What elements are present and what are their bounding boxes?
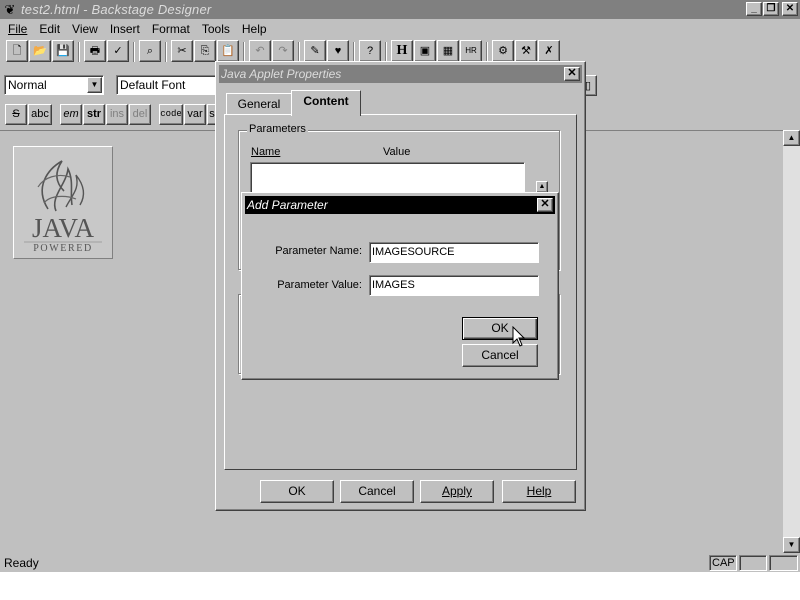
- java-powered-logo[interactable]: JAVA POWERED: [13, 146, 113, 259]
- em-button[interactable]: em: [60, 104, 82, 125]
- java-logo-tagline: POWERED: [33, 243, 93, 254]
- var-button[interactable]: var: [184, 104, 206, 125]
- menu-bar: File Edit View Insert Format Tools Help: [0, 19, 800, 38]
- name-column-header[interactable]: Name: [251, 146, 280, 158]
- insert-table-icon[interactable]: ▦: [437, 40, 459, 62]
- help-button[interactable]: Help: [502, 480, 576, 503]
- menu-file[interactable]: File: [2, 22, 33, 36]
- print-icon[interactable]: 🖶: [84, 40, 106, 62]
- font-select[interactable]: Default Font: [116, 75, 220, 95]
- parameter-value-label: Parameter Value:: [277, 279, 362, 291]
- cut-icon[interactable]: ✂: [171, 40, 193, 62]
- strikethrough-button[interactable]: S: [5, 104, 27, 125]
- mouse-pointer-icon: [512, 326, 526, 347]
- ins-button[interactable]: ins: [106, 104, 128, 125]
- cancel-button[interactable]: Cancel: [462, 344, 538, 367]
- window-title: test2.html - Backstage Designer: [21, 2, 212, 17]
- strong-button[interactable]: str: [83, 104, 105, 125]
- close-icon[interactable]: ✕: [537, 198, 553, 212]
- context-help-icon[interactable]: ?: [359, 40, 381, 62]
- menu-insert[interactable]: Insert: [104, 22, 146, 36]
- paste-icon[interactable]: 📋: [217, 40, 239, 62]
- ok-button[interactable]: OK: [260, 480, 334, 503]
- scroll-up-icon[interactable]: ▲: [783, 130, 800, 146]
- vertical-scrollbar[interactable]: ▲ ▼: [783, 130, 800, 553]
- dialog-title: Java Applet Properties: [221, 67, 342, 81]
- caps-lock-indicator: CAP: [709, 555, 737, 571]
- find-binoculars-icon[interactable]: ⌕: [139, 40, 161, 62]
- properties-icon[interactable]: ✎: [304, 40, 326, 62]
- redo-icon[interactable]: ↷: [272, 40, 294, 62]
- horizontal-rule-icon[interactable]: HR: [460, 40, 482, 62]
- value-column-header[interactable]: Value: [383, 146, 410, 158]
- scroll-down-icon[interactable]: ▼: [783, 537, 800, 553]
- add-parameter-dialog: Add Parameter ✕ Parameter Name: IMAGESOU…: [241, 192, 559, 380]
- menu-help[interactable]: Help: [236, 22, 273, 36]
- insert-form-icon[interactable]: ⚙: [492, 40, 514, 62]
- minimize-button[interactable]: _: [746, 2, 762, 16]
- title-bar[interactable]: ❦ test2.html - Backstage Designer _ ❐ ✕: [0, 0, 800, 19]
- menu-format[interactable]: Format: [146, 22, 196, 36]
- ok-button[interactable]: OK: [462, 317, 538, 340]
- scroll-lock-indicator: [769, 555, 798, 571]
- chevron-down-icon[interactable]: ▼: [87, 77, 102, 93]
- dialog-title-bar[interactable]: Java Applet Properties ✕: [219, 65, 582, 83]
- open-folder-icon[interactable]: 📂: [29, 40, 51, 62]
- insert-script-icon[interactable]: ⚒: [515, 40, 537, 62]
- num-lock-indicator: [739, 555, 767, 571]
- insert-applet-icon[interactable]: ✗: [538, 40, 560, 62]
- status-text: Ready: [4, 556, 39, 570]
- del-button[interactable]: del: [129, 104, 151, 125]
- tab-general[interactable]: General: [226, 93, 292, 115]
- code-button[interactable]: code: [159, 104, 183, 125]
- parameter-value-field[interactable]: IMAGES: [369, 275, 539, 296]
- restore-button[interactable]: ❐: [763, 2, 779, 16]
- insert-image-icon[interactable]: ▣: [414, 40, 436, 62]
- copy-icon[interactable]: ⎘: [194, 40, 216, 62]
- dialog-title-bar[interactable]: Add Parameter ✕: [245, 196, 555, 214]
- java-logo-word: JAVA: [32, 213, 95, 243]
- parameter-name-field[interactable]: IMAGESOURCE: [369, 242, 539, 263]
- undo-icon[interactable]: ↶: [249, 40, 271, 62]
- parameter-name-label: Parameter Name:: [275, 245, 362, 257]
- heading-icon[interactable]: H: [391, 40, 413, 62]
- bookmark-icon[interactable]: ♥: [327, 40, 349, 62]
- apply-button[interactable]: Apply: [420, 480, 494, 503]
- abc-button[interactable]: abc: [28, 104, 52, 125]
- new-file-icon[interactable]: 🗋: [6, 40, 28, 62]
- menu-tools[interactable]: Tools: [196, 22, 236, 36]
- dialog-title: Add Parameter: [247, 198, 328, 212]
- backstage-app-icon[interactable]: ❦: [2, 2, 18, 18]
- parameters-group-label: Parameters: [247, 123, 308, 135]
- save-icon[interactable]: 💾: [52, 40, 74, 62]
- spellcheck-icon[interactable]: ✓: [107, 40, 129, 62]
- menu-edit[interactable]: Edit: [33, 22, 66, 36]
- paragraph-style-select[interactable]: Normal ▼: [4, 75, 104, 95]
- menu-view[interactable]: View: [66, 22, 104, 36]
- status-bar: Ready CAP: [0, 553, 800, 572]
- tab-content[interactable]: Content: [291, 90, 361, 116]
- close-icon[interactable]: ✕: [564, 67, 580, 81]
- close-button[interactable]: ✕: [782, 2, 798, 16]
- cancel-button[interactable]: Cancel: [340, 480, 414, 503]
